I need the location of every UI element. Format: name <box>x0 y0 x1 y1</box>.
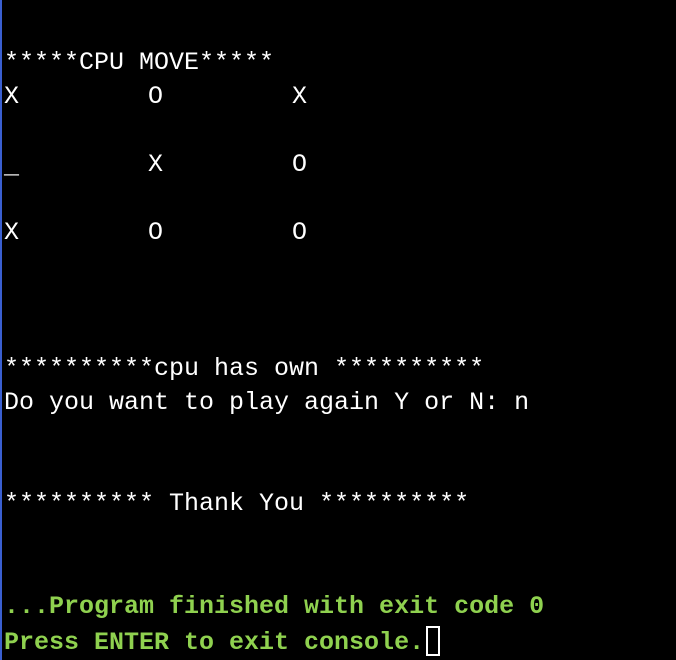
cpu-move-header: *****CPU MOVE***** <box>4 48 275 77</box>
board-cell: X <box>292 82 308 111</box>
exit-code-message: ...Program finished with exit code 0 <box>4 592 545 621</box>
text-cursor <box>426 626 441 656</box>
console-output[interactable]: *****CPU MOVE***** X O X _ X O X O O ***… <box>2 0 676 660</box>
board-cell: X <box>4 218 20 247</box>
board-cell: O <box>292 218 308 247</box>
press-enter-message: Press ENTER to exit console. <box>4 628 425 657</box>
board-cell: X <box>4 82 20 111</box>
result-message: **********cpu has own ********** <box>4 354 485 383</box>
board-cell: O <box>148 82 164 111</box>
board-cell: O <box>292 150 308 179</box>
board-cell: _ <box>4 152 20 181</box>
thank-you-message: ********** Thank You ********** <box>4 489 470 518</box>
board-cell: X <box>148 150 164 179</box>
board-cell: O <box>148 218 164 247</box>
play-again-prompt: Do you want to play again Y or N: n <box>4 388 530 417</box>
press-enter-line: Press ENTER to exit console. <box>4 626 441 658</box>
